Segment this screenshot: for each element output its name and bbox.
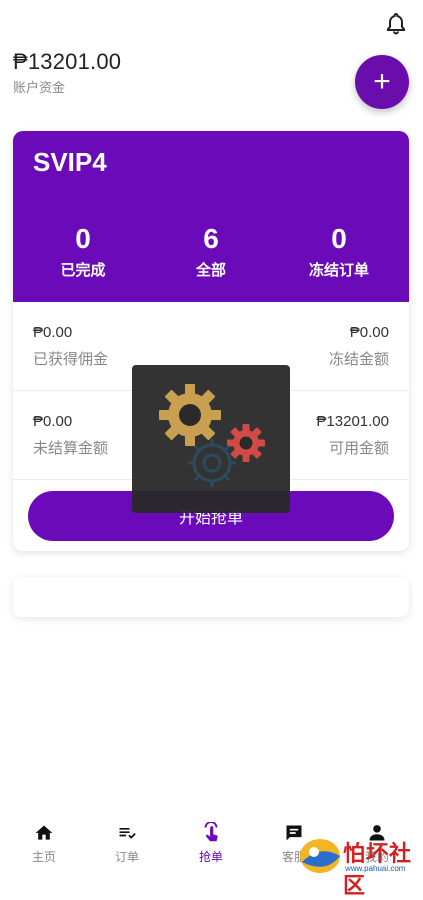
stat-frozen-orders-label: 冻结订单 (308, 261, 369, 279)
stat-all-value: 6 (203, 223, 219, 254)
tab-grab-label: 抢单 (198, 850, 223, 864)
earned-commission-value: ₱0.00 (33, 324, 73, 341)
stat-frozen-orders-value: 0 (331, 223, 347, 254)
vip-card-header: SVIP4 0 已完成 6 全部 0 冻结订单 (13, 131, 409, 302)
unsettled-amount-value: ₱0.00 (33, 413, 73, 430)
add-funds-button[interactable]: + (355, 55, 409, 109)
stat-frozen-orders[interactable]: 0 冻结订单 (279, 223, 399, 280)
tab-grab[interactable]: 抢单 (181, 822, 241, 865)
vip-level: SVIP4 (33, 147, 107, 177)
unsettled-amount-label: 未结算金额 (33, 439, 109, 457)
gears-loading-icon (159, 384, 265, 487)
stat-all[interactable]: 6 全部 (151, 223, 271, 280)
stat-completed-value: 0 (75, 223, 91, 254)
watermark-url: www.pahuai.com (345, 864, 406, 873)
tab-orders-label: 订单 (114, 850, 139, 864)
grab-order-icon (181, 822, 241, 844)
available-amount-label: 可用金额 (328, 439, 389, 457)
tab-home-label: 主页 (31, 850, 56, 864)
available-amount-value: ₱13201.00 (316, 413, 389, 430)
order-list-icon (97, 822, 157, 844)
frozen-amount-label: 冻结金额 (328, 350, 389, 368)
stat-completed-label: 已完成 (60, 261, 106, 279)
account-balance-label: 账户资金 (13, 81, 66, 96)
plus-icon: + (373, 65, 391, 98)
tab-orders[interactable]: 订单 (97, 822, 157, 865)
frozen-amount-value: ₱0.00 (349, 324, 389, 341)
tab-home[interactable]: 主页 (14, 822, 74, 865)
secondary-card (13, 577, 409, 617)
account-balance: ₱13201.00 (13, 49, 122, 74)
stat-completed[interactable]: 0 已完成 (23, 223, 143, 280)
stat-all-label: 全部 (195, 261, 226, 279)
earned-commission-label: 已获得佣金 (33, 350, 109, 368)
home-icon (14, 822, 74, 844)
notification-bell-icon[interactable] (384, 11, 408, 35)
loading-overlay (132, 365, 290, 513)
